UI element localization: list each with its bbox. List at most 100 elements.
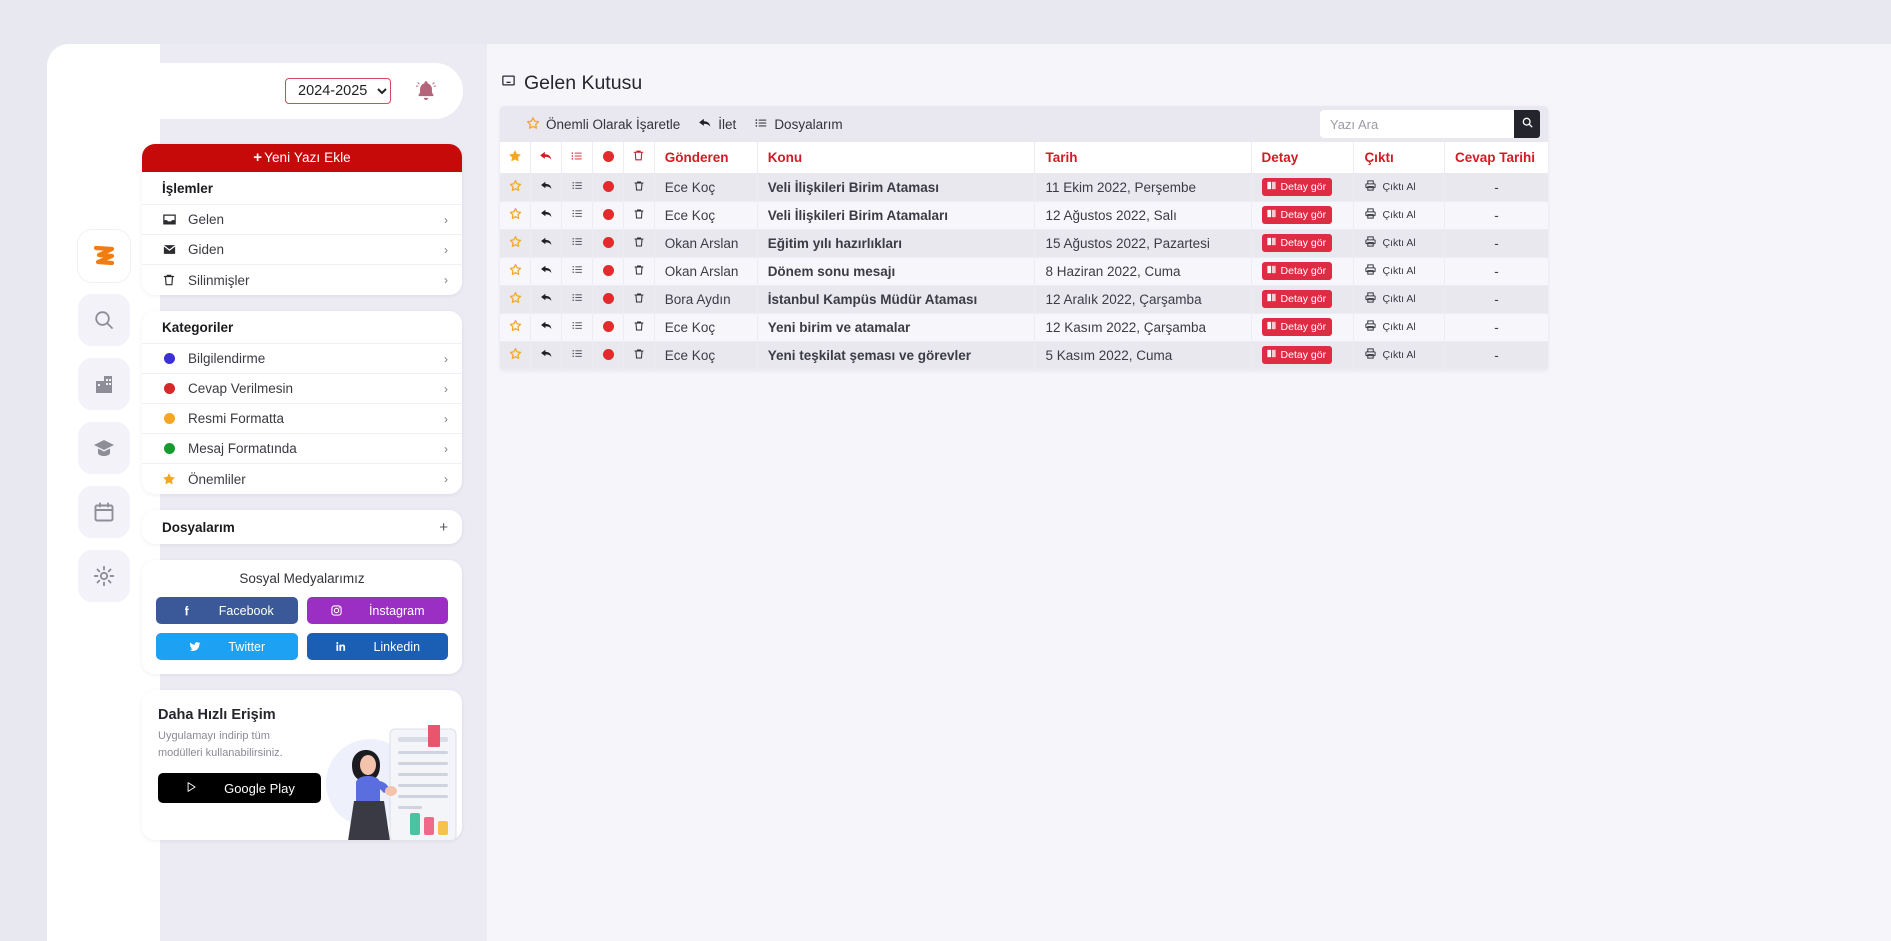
table-row[interactable]: Okan Arslan Eğitim yılı hazırlıkları 15 Ağ… (500, 229, 1548, 258)
brand-logo-icon[interactable] (77, 230, 130, 282)
notifications-bell-button[interactable] (403, 68, 449, 114)
header-sender[interactable]: Gönderen (654, 142, 758, 174)
category-dot-icon (162, 383, 184, 394)
sidebar-item-mesaj-formatinda[interactable]: Mesaj Formatında › (142, 434, 462, 464)
row-trash-icon[interactable] (623, 285, 655, 314)
print-button[interactable]: Çıktı Al (1364, 235, 1416, 251)
row-reply-icon[interactable] (530, 313, 563, 342)
table-row[interactable]: Ece Koç Veli İlişkileri Birim Atamaları 12… (500, 201, 1548, 230)
detail-button[interactable]: Detay gör (1261, 234, 1333, 252)
sidebar-item-dosyalarim[interactable]: Dosyalarım + (142, 510, 462, 544)
header-circle-icon[interactable] (592, 142, 624, 174)
row-status-circle-icon[interactable] (592, 257, 624, 286)
google-play-button[interactable]: Google Play (158, 773, 321, 804)
academic-year-select[interactable]: 2024-2025 (285, 78, 391, 104)
row-reply-icon[interactable] (530, 201, 563, 230)
mark-important-button[interactable]: Önemli Olarak İşaretle (526, 116, 680, 133)
row-list-icon[interactable] (561, 201, 594, 230)
my-files-button[interactable]: Dosyalarım (754, 116, 843, 133)
graduation-cap-icon[interactable] (77, 422, 130, 474)
row-star-icon[interactable] (500, 285, 532, 314)
detail-button[interactable]: Detay gör (1261, 290, 1333, 308)
row-status-circle-icon[interactable] (592, 341, 624, 370)
sidebar-item-giden[interactable]: Giden › (142, 235, 462, 265)
row-trash-icon[interactable] (623, 229, 655, 258)
detail-button[interactable]: Detay gör (1261, 206, 1333, 224)
header-trash-icon[interactable] (623, 142, 655, 174)
sidebar-item-bilgilendirme[interactable]: Bilgilendirme › (142, 344, 462, 374)
row-trash-icon[interactable] (623, 173, 655, 202)
header-reply-date[interactable]: Cevap Tarihi (1444, 142, 1548, 174)
linkedin-button[interactable]: Linkedin (306, 633, 448, 660)
row-status-circle-icon[interactable] (592, 173, 624, 202)
row-list-icon[interactable] (561, 285, 594, 314)
cell-date: 11 Ekim 2022, Perşembe (1034, 173, 1252, 202)
row-list-icon[interactable] (561, 313, 594, 342)
header-print[interactable]: Çıktı (1353, 142, 1445, 174)
bell-icon (415, 81, 437, 100)
header-detail[interactable]: Detay (1251, 142, 1355, 174)
row-trash-icon[interactable] (623, 257, 655, 286)
row-status-circle-icon[interactable] (592, 201, 624, 230)
add-new-post-button[interactable]: + Yeni Yazı Ekle (142, 144, 462, 172)
print-button[interactable]: Çıktı Al (1364, 263, 1416, 279)
print-button[interactable]: Çıktı Al (1364, 207, 1416, 223)
table-row[interactable]: Ece Koç Yeni teşkilat şeması ve görevler 5… (500, 341, 1548, 370)
detail-button[interactable]: Detay gör (1261, 318, 1333, 336)
row-star-icon[interactable] (500, 313, 532, 342)
sidebar-item-silinmisler[interactable]: Silinmişler › (142, 265, 462, 295)
detail-button[interactable]: Detay gör (1261, 178, 1333, 196)
row-reply-icon[interactable] (530, 173, 563, 202)
instagram-button[interactable]: İnstagram (306, 597, 448, 624)
row-list-icon[interactable] (561, 173, 594, 202)
table-row[interactable]: Bora Aydın İstanbul Kampüs Müdür Ataması 1… (500, 285, 1548, 314)
row-reply-icon[interactable] (530, 229, 563, 258)
row-trash-icon[interactable] (623, 313, 655, 342)
print-button[interactable]: Çıktı Al (1364, 347, 1416, 363)
row-reply-icon[interactable] (530, 285, 563, 314)
header-reply-icon[interactable] (530, 142, 563, 174)
cell-reply-date: - (1444, 313, 1548, 342)
gear-icon[interactable] (77, 550, 130, 602)
print-button[interactable]: Çıktı Al (1364, 319, 1416, 335)
sidebar-item-gelen[interactable]: Gelen › (142, 205, 462, 235)
search-button[interactable] (1514, 110, 1540, 138)
table-row[interactable]: Ece Koç Veli İlişkileri Birim Ataması 11 E… (500, 173, 1548, 202)
header-date[interactable]: Tarih (1034, 142, 1252, 174)
row-star-icon[interactable] (500, 229, 532, 258)
search-input[interactable] (1320, 110, 1514, 138)
row-star-icon[interactable] (500, 341, 532, 370)
magnifier-icon[interactable] (77, 294, 130, 346)
table-row[interactable]: Okan Arslan Dönem sonu mesajı 8 Haziran 20… (500, 257, 1548, 286)
sidebar-item-cevap-verilmesin[interactable]: Cevap Verilmesin › (142, 374, 462, 404)
row-list-icon[interactable] (561, 229, 594, 258)
twitter-button[interactable]: Twitter (156, 633, 298, 660)
sidebar-item-onemliler[interactable]: Önemliler › (142, 464, 462, 494)
building-icon[interactable] (77, 358, 130, 410)
row-list-icon[interactable] (561, 257, 594, 286)
print-button[interactable]: Çıktı Al (1364, 291, 1416, 307)
row-status-circle-icon[interactable] (592, 313, 624, 342)
detail-button[interactable]: Detay gör (1261, 262, 1333, 280)
header-subject[interactable]: Konu (757, 142, 1036, 174)
facebook-button[interactable]: Facebook (156, 597, 298, 624)
forward-button[interactable]: İlet (698, 116, 736, 133)
row-reply-icon[interactable] (530, 257, 563, 286)
header-list-icon[interactable] (561, 142, 594, 174)
page-header: Gelen Kutusu (487, 44, 1891, 100)
print-button[interactable]: Çıktı Al (1364, 179, 1416, 195)
row-star-icon[interactable] (500, 173, 532, 202)
row-status-circle-icon[interactable] (592, 285, 624, 314)
row-trash-icon[interactable] (623, 341, 655, 370)
row-status-circle-icon[interactable] (592, 229, 624, 258)
sidebar-item-resmi-formatta[interactable]: Resmi Formatta › (142, 404, 462, 434)
calendar-icon[interactable] (77, 486, 130, 538)
row-star-icon[interactable] (500, 201, 532, 230)
row-trash-icon[interactable] (623, 201, 655, 230)
detail-button[interactable]: Detay gör (1261, 346, 1333, 364)
row-reply-icon[interactable] (530, 341, 563, 370)
row-list-icon[interactable] (561, 341, 594, 370)
header-star-icon[interactable] (500, 142, 532, 174)
row-star-icon[interactable] (500, 257, 532, 286)
table-row[interactable]: Ece Koç Yeni birim ve atamalar 12 Kasım 20… (500, 313, 1548, 342)
